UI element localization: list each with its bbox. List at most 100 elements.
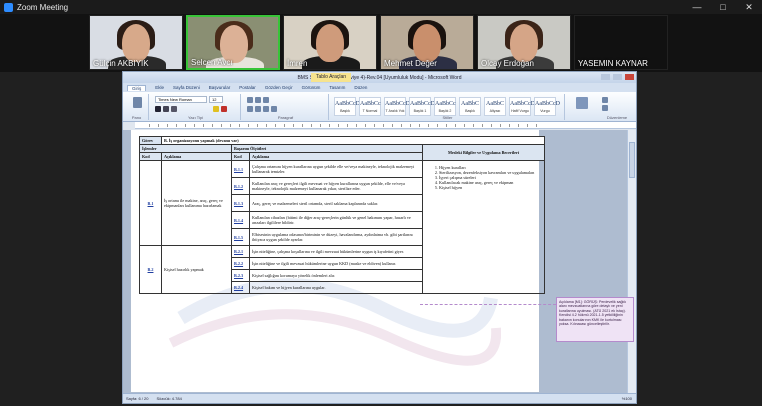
bullets-icon[interactable]	[247, 97, 253, 103]
style-option[interactable]: AaBbCcDd Başlık 1	[409, 97, 438, 116]
style-option[interactable]: AaBbCcDd Başlık	[334, 97, 363, 116]
justify-icon[interactable]	[271, 106, 277, 112]
font-name-box[interactable]: Times New Roman	[155, 96, 207, 103]
bold-icon[interactable]	[155, 106, 161, 112]
change-styles-group	[567, 94, 597, 120]
styles-group: Stiller AaBbCcDd Başlık AaBbCc T Normal AaBb…	[331, 94, 565, 120]
table-tools-tab[interactable]: Tablo Araçları	[311, 73, 352, 82]
ribbon-tab[interactable]: Sayfa Düzeni	[173, 85, 200, 90]
participant-name: İmren	[287, 59, 308, 68]
task-label: Görev	[139, 136, 162, 145]
word-maximize-icon[interactable]	[613, 74, 622, 80]
operation-description: İş ortamı ile makine, araç, gereç ve eki…	[161, 160, 232, 246]
style-option[interactable]: AaBbC Başlık	[459, 97, 481, 116]
participant-name: Selcen Avcı	[191, 58, 233, 67]
criterion-text: Çalışma ortamını hijyen kurallarına uygu…	[249, 160, 423, 178]
group-label: Paragraf	[277, 115, 294, 120]
style-option[interactable]: AaBbCc T Normal	[359, 97, 381, 116]
highlight-icon[interactable]	[213, 106, 219, 112]
numbering-icon[interactable]	[255, 97, 261, 103]
ribbon-tab[interactable]: Tasarım	[329, 85, 345, 90]
word-close-icon[interactable]	[625, 74, 634, 80]
find-icon[interactable]	[602, 97, 608, 103]
ribbon-tab[interactable]: Başvurular	[209, 85, 231, 90]
word-window-controls	[601, 74, 634, 80]
ribbon-tab[interactable]: Düzen	[354, 85, 367, 90]
style-label: Vurgu	[540, 109, 550, 113]
participant-name: Gülçin AKBIYIK	[93, 59, 149, 68]
participant-tile[interactable]: İmren	[283, 15, 377, 70]
style-option[interactable]: AaBbCc Başlık 2	[434, 97, 456, 116]
participant-tile[interactable]: YASEMIN KAYNAR	[574, 15, 668, 70]
participant-tile[interactable]: Olcay Erdoğan	[477, 15, 571, 70]
participant-video-face	[510, 24, 538, 62]
underline-icon[interactable]	[171, 106, 177, 112]
operation-code: B.1	[139, 160, 162, 246]
align-left-icon[interactable]	[247, 106, 253, 112]
style-option[interactable]: AaBbCcDd T Aralık Yok	[384, 97, 413, 116]
zoom-level[interactable]: %100	[622, 396, 632, 401]
style-option[interactable]: AaBbCcD Vurgu	[534, 97, 560, 116]
font-color-icon[interactable]	[221, 106, 227, 112]
align-center-icon[interactable]	[255, 106, 261, 112]
document-area[interactable]: Görev B. İş organizasyonu yapmak (devamı …	[123, 130, 628, 394]
ribbon: Pano Times New Roman 12 Yazı Tipi Paragr…	[123, 92, 636, 122]
italic-icon[interactable]	[163, 106, 169, 112]
close-icon[interactable]: ✕	[736, 2, 762, 13]
criterion-code: B.1.2	[231, 177, 250, 195]
participant-tile[interactable]: Mehmet Değer	[380, 15, 474, 70]
shared-word-window: Tablo Araçları BMS Sıhhi Kurdima (Seviye…	[122, 71, 637, 404]
scroll-thumb[interactable]	[629, 142, 635, 178]
zoom-title-bar: Zoom Meeting — □ ✕	[0, 0, 762, 14]
vertical-scrollbar[interactable]	[627, 130, 636, 394]
align-right-icon[interactable]	[263, 106, 269, 112]
ruler[interactable]	[135, 122, 636, 129]
word-minimize-icon[interactable]	[601, 74, 610, 80]
style-preview: AaBbCcDd	[410, 101, 438, 107]
criterion-text: Kullanılan araç ve gereçleri ilgili mevz…	[249, 177, 423, 195]
page-indicator[interactable]: Sayfa: 6 / 20	[126, 396, 148, 401]
word-status-bar: Sayfa: 6 / 20 Sözcük: 4.784 %100	[123, 393, 636, 403]
ribbon-tab[interactable]: Postalar	[239, 85, 256, 90]
criterion-text: Kişisel sağlığını korumaya yönelik önlem…	[249, 269, 423, 282]
participant-tile[interactable]: Gülçin AKBIYIK	[89, 15, 183, 70]
word-count[interactable]: Sözcük: 4.784	[156, 396, 181, 401]
group-label: Düzenleme	[606, 115, 628, 120]
maximize-icon[interactable]: □	[710, 2, 736, 13]
change-styles-icon[interactable]	[576, 97, 588, 109]
col-description: Açıklama	[249, 152, 423, 161]
style-preview: AaBbCcD	[535, 101, 560, 107]
style-label: Başlık	[465, 109, 475, 113]
style-label: Altyazı	[489, 109, 501, 113]
style-preview: AaBbCcDd	[335, 101, 363, 107]
style-label: Hafif Vurgu	[511, 109, 529, 113]
participant-tile[interactable]: Selcen Avcı	[186, 15, 280, 70]
comment-balloon[interactable]: Açıklama [M1]: GÖRÜŞ: Perdevelik sağlık …	[556, 297, 634, 342]
operation-description: Kişisel hazırlık yapmak	[161, 245, 232, 294]
paste-icon[interactable]	[133, 97, 142, 108]
task-value: B. İş organizasyonu yapmak (devamı var)	[161, 136, 545, 145]
ribbon-tabs: Giriş Ekle Sayfa Düzeni Başvurular Postalar G…	[123, 83, 636, 92]
window-controls: — □ ✕	[684, 2, 762, 13]
font-size-box[interactable]: 12	[209, 96, 223, 103]
ribbon-tab[interactable]: Görünüm	[302, 85, 321, 90]
criterion-code: B.1.1	[231, 160, 250, 178]
document-page[interactable]: Görev B. İş organizasyonu yapmak (devamı …	[131, 130, 545, 392]
window-title: Zoom Meeting	[17, 2, 69, 12]
col-operations: İşlemler	[139, 144, 232, 153]
replace-icon[interactable]	[602, 105, 608, 111]
criterion-text: İşin niteliğine ve ilgili mevzuat hüküml…	[249, 257, 423, 270]
minimize-icon[interactable]: —	[684, 2, 710, 13]
ribbon-tab[interactable]: Giriş	[127, 84, 147, 91]
style-option[interactable]: AaBbC Altyazı	[484, 97, 506, 116]
editing-group: Düzenleme	[599, 94, 635, 120]
style-preview: AaBbCcDd	[510, 101, 538, 107]
font-group: Times New Roman 12 Yazı Tipi	[151, 94, 241, 120]
competency-table: Görev B. İş organizasyonu yapmak (devamı …	[139, 136, 545, 294]
multilevel-list-icon[interactable]	[263, 97, 269, 103]
participant-name: YASEMIN KAYNAR	[578, 59, 648, 68]
style-option[interactable]: AaBbCcDd Hafif Vurgu	[509, 97, 538, 116]
ribbon-tab[interactable]: Ekle	[155, 85, 164, 90]
clipboard-group: Pano	[125, 94, 149, 120]
ribbon-tab[interactable]: Gözden Geçir	[265, 85, 293, 90]
